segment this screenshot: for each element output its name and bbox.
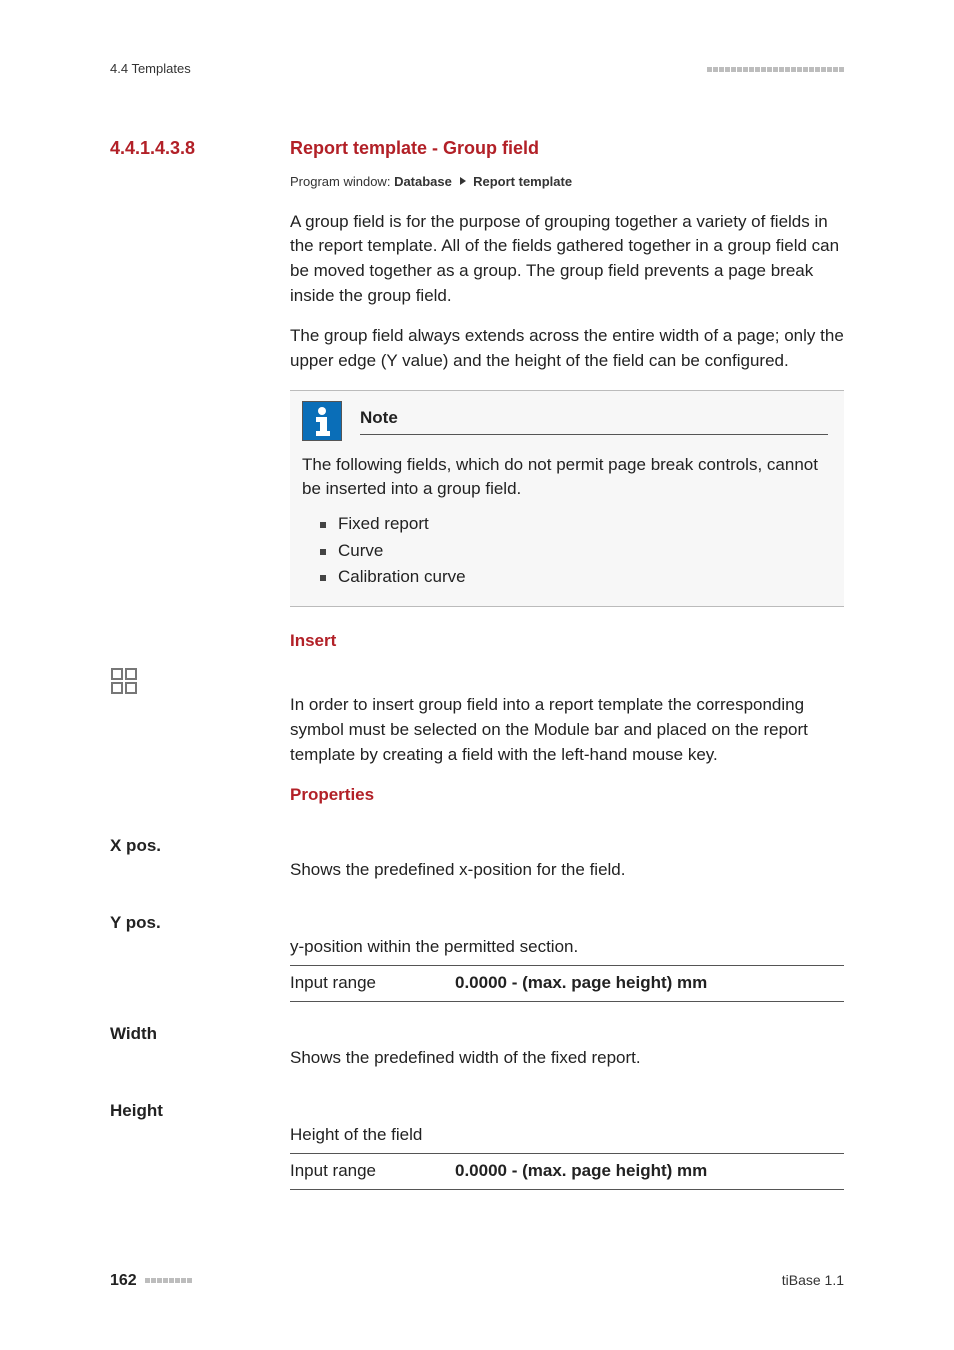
insert-text: In order to insert group field into a re… [290,693,844,767]
width-label: Width [110,1022,290,1047]
program-window-label: Program window: [290,174,390,189]
note-box: Note The following fields, which do not … [290,390,844,607]
property-height: Height Height of the field Input range 0… [110,1089,844,1190]
ypos-range-value: 0.0000 - (max. page height) mm [455,971,844,996]
height-range-label: Input range [290,1159,455,1184]
program-window-part2: Report template [473,174,572,189]
section-number: 4.4.1.4.3.8 [110,135,290,161]
footer-ornament [145,1278,192,1283]
ypos-text: y-position within the permitted section. [290,935,844,960]
width-text: Shows the predefined width of the fixed … [290,1046,844,1071]
list-item: Fixed report [320,512,828,537]
property-width: Width Shows the predefined width of the … [110,1012,844,1079]
ypos-label: Y pos. [110,911,290,936]
program-window-part1: Database [394,174,452,189]
xpos-text: Shows the predefined x-position for the … [290,858,844,883]
program-window-line: Program window: Database Report template [290,173,844,192]
section-heading: 4.4.1.4.3.8 Report template - Group fiel… [110,135,844,161]
height-range-value: 0.0000 - (max. page height) mm [455,1159,844,1184]
height-label: Height [110,1099,290,1124]
header-left: 4.4 Templates [110,60,191,79]
info-icon [302,401,342,441]
ypos-range-row: Input range 0.0000 - (max. page height) … [290,965,844,1002]
footer-right: tiBase 1.1 [782,1270,844,1290]
paragraph-2: The group field always extends across th… [290,324,844,373]
height-range-row: Input range 0.0000 - (max. page height) … [290,1153,844,1190]
height-text: Height of the field [290,1123,844,1148]
group-field-icon [110,667,138,695]
footer: 162 tiBase 1.1 [110,1269,844,1292]
xpos-label: X pos. [110,834,290,859]
note-title: Note [360,408,398,427]
page-number: 162 [110,1269,137,1292]
note-list: Fixed report Curve Calibration curve [302,512,828,590]
section-title: Report template - Group field [290,135,539,161]
list-item: Curve [320,539,828,564]
note-text: The following fields, which do not permi… [302,453,828,502]
list-item: Calibration curve [320,565,828,590]
property-ypos: Y pos. y-position within the permitted s… [110,901,844,1002]
running-header: 4.4 Templates [110,60,844,79]
paragraph-1: A group field is for the purpose of grou… [290,210,844,309]
insert-heading: Insert [290,629,844,654]
property-xpos: X pos. Shows the predefined x-position f… [110,824,844,891]
properties-heading: Properties [290,783,844,808]
header-ornament [707,67,844,72]
breadcrumb-separator-icon [460,177,466,185]
ypos-range-label: Input range [290,971,455,996]
